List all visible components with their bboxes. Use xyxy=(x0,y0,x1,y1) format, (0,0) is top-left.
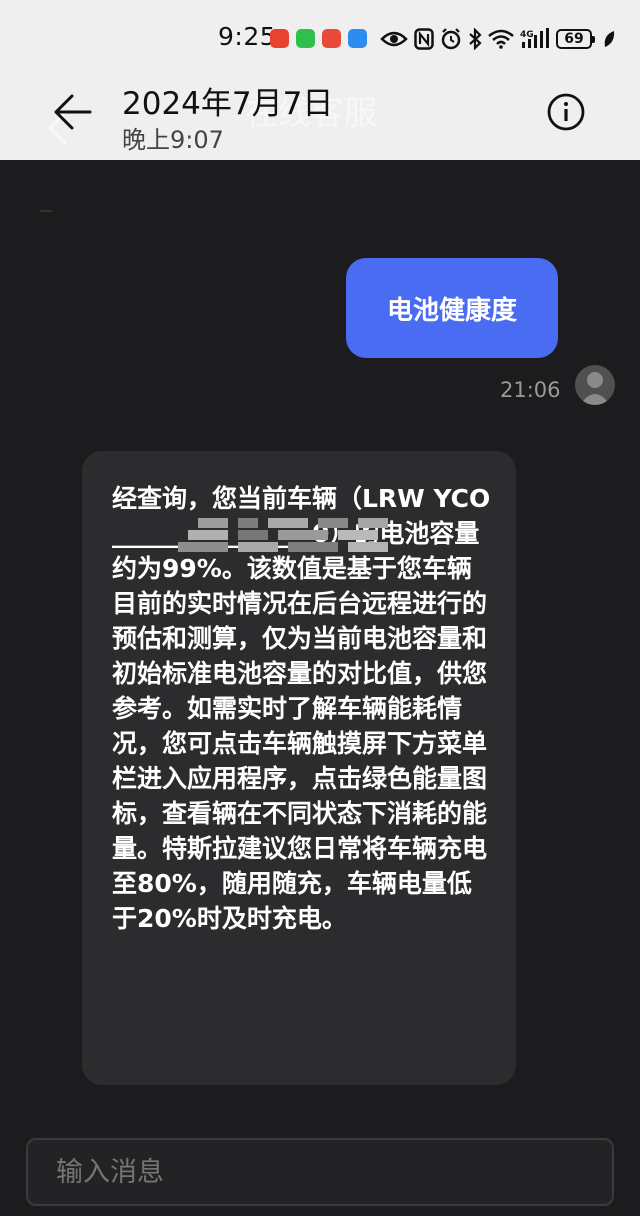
status-icons: 4G 69 xyxy=(380,24,616,54)
user-message-text: 电池健康度 xyxy=(386,295,517,326)
conversation-time: 晚上9:07 xyxy=(122,126,224,154)
wechat-app-icon xyxy=(296,29,315,48)
header: 9:25 4G 69 在线客服 2024年7月7日 晚上9:07 xyxy=(0,0,640,160)
news-app-icon xyxy=(322,29,341,48)
message-app-icon xyxy=(348,29,367,48)
battery-icon: 69 xyxy=(556,29,595,49)
cellular-signal-icon: 4G xyxy=(520,28,549,48)
info-icon[interactable] xyxy=(546,92,586,132)
missed-call-app-icon xyxy=(270,29,289,48)
title-bar: 在线客服 2024年7月7日 晚上9:07 xyxy=(0,70,640,160)
conversation-date: 2024年7月7日 xyxy=(122,86,334,122)
alarm-icon xyxy=(441,28,461,50)
user-avatar-icon xyxy=(580,372,610,405)
bluetooth-icon xyxy=(469,28,482,50)
user-message-bubble[interactable]: 电池健康度 xyxy=(346,258,558,358)
status-bar: 9:25 4G 69 xyxy=(0,18,640,58)
message-timestamp: 21:06 xyxy=(500,378,561,402)
avatar[interactable] xyxy=(575,365,615,405)
battery-level: 69 xyxy=(564,31,584,47)
chat-area[interactable]: 电池健康度 21:06 经查询，您当前车辆（LRW YCO___________… xyxy=(0,160,640,1130)
message-input[interactable] xyxy=(26,1138,614,1206)
svg-text:4G: 4G xyxy=(520,30,534,40)
nfc-icon xyxy=(414,28,434,50)
eye-icon xyxy=(380,31,408,47)
leaf-icon xyxy=(604,31,615,47)
wifi-icon xyxy=(488,29,514,49)
back-arrow-icon[interactable] xyxy=(52,92,92,132)
agent-message-text: 经查询，您当前车辆（LRW YCO________________0）的电池容量… xyxy=(112,484,491,933)
input-area xyxy=(0,1130,640,1216)
agent-message-bubble[interactable]: 经查询，您当前车辆（LRW YCO________________0）的电池容量… xyxy=(82,451,516,1085)
status-time: 9:25 xyxy=(218,22,277,51)
divider xyxy=(40,210,52,212)
